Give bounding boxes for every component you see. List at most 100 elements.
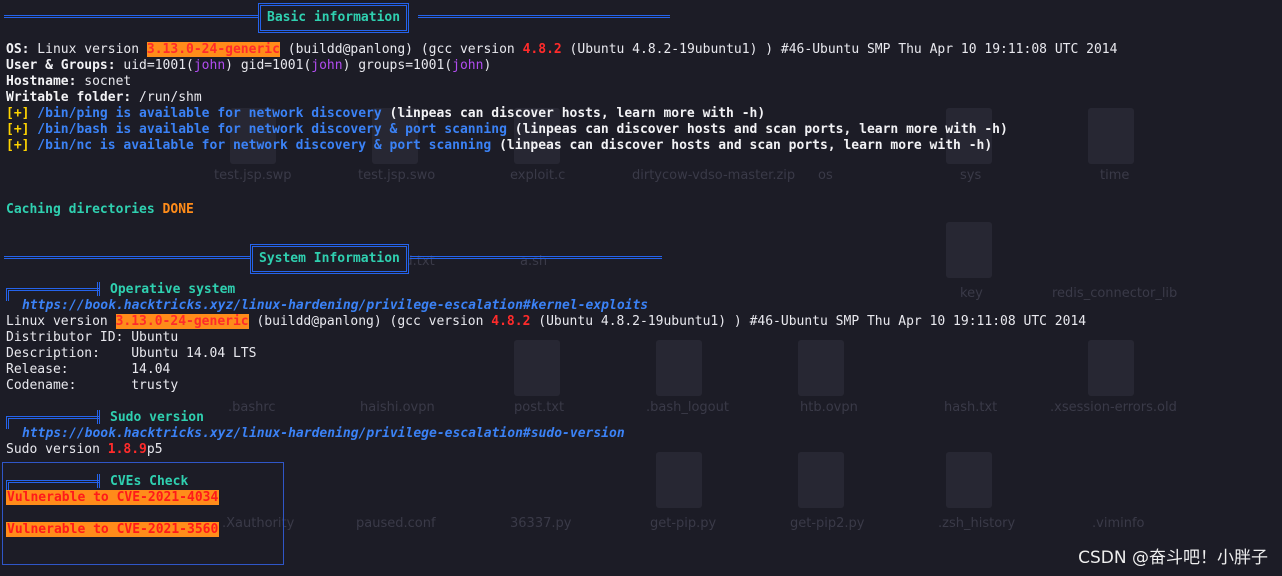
subsection-title-sudo-version: Sudo version [110,410,204,425]
lsb-line: Codename: trusty [6,378,179,393]
hostname-value: socnet [76,74,132,89]
username: john [193,58,226,73]
desktop-label: hash.txt [944,400,998,415]
csdn-watermark: CSDN @奋斗吧！小胖子 [1078,548,1268,568]
desktop-label: .bashrc [228,400,276,415]
discovery-note: (linpeas can discover hosts and scan por… [491,138,993,153]
gcc-version-highlight: 4.8.2 [491,314,531,329]
discovery-line: [+] /bin/bash is available for network d… [6,122,1008,138]
discovery-tool: /bin/bash is available for network disco… [29,122,507,137]
discovery-line: [+] /bin/nc is available for network dis… [6,138,992,154]
sudo-version-highlight: 1.8.9 [107,442,147,457]
subsection-bracket-tick [97,410,103,424]
desktop-label: get-pip2.py [790,516,865,531]
file-icon [1088,108,1134,164]
hostname-label: Hostname: [6,74,77,89]
desktop-label: paused.conf [356,516,436,531]
kernel-version-highlight: 3.13.0-24-generic [115,314,249,329]
sudo-version-suffix: p5 [146,442,163,457]
discovery-tool: /bin/ping is available for network disco… [29,106,382,121]
os-label: OS: [6,42,30,57]
username: john [311,58,343,73]
cve-vulnerable-badge: Vulnerable to CVE-2021-4034 [6,490,220,505]
lsb-line: Distributor ID: Ubuntu [6,330,179,345]
os-mid: (buildd@panlong) (gcc version [279,42,523,57]
desktop-label: test.jsp.swo [358,168,436,183]
gid-text: ) gid=1001( [225,58,312,73]
desktop-label: test.jsp.swp [214,168,292,183]
file-icon [798,452,844,508]
groups-close: ) [483,58,492,73]
file-icon [656,340,702,396]
discovery-note: (linpeas can discover hosts and scan por… [506,122,1008,137]
caching-line: Caching directories DONE [6,202,194,218]
desktop-label: haishi.ovpn [360,400,435,415]
desktop-label: exploit.c [510,168,566,183]
desktop-label: dirtycow-vdso-master.zip [632,168,796,183]
plus-marker: [+] [6,122,30,137]
discovery-note: (linpeas can discover hosts, learn more … [381,106,766,121]
groups-text: ) groups=1001( [342,58,453,73]
section-rule-right [418,15,670,18]
desktop-label: .xsession-errors.old [1050,400,1177,415]
desktop-label: .viminfo [1092,516,1145,531]
file-icon [656,452,702,508]
subsection-title-cves-check: CVEs Check [110,474,189,489]
section-title-basic-information: Basic information [258,3,410,33]
desktop-label: get-pip.py [650,516,717,531]
lsb-line: Release: 14.04 [6,362,171,377]
desktop-label: redis_connector_lib [1052,286,1178,301]
file-icon [1088,340,1134,396]
linux-version-prefix: Linux version [6,314,116,329]
cve-result: Vulnerable to CVE-2021-4034 [6,490,220,506]
section-title-system-information: System Information [250,244,409,274]
cve-vulnerable-badge: Vulnerable to CVE-2021-3560 [6,522,220,537]
desktop-label: htb.ovpn [800,400,858,415]
os-line: OS: Linux version 3.13.0-24-generic (bui… [6,42,1117,58]
kernel-version-highlight: 3.13.0-24-generic [146,42,280,57]
file-icon [946,222,992,278]
linux-version-mid: (buildd@panlong) (gcc version [248,314,492,329]
section-rule-right [410,256,662,259]
desktop-label: 36337.py [510,516,572,531]
caching-status: DONE [162,202,194,217]
file-icon [946,452,992,508]
os-suffix: (Ubuntu 4.8.2-19ubuntu1) ) #46-Ubuntu SM… [561,42,1118,57]
os-prefix: Linux version [29,42,147,57]
writable-folder-line: Writable folder: /run/shm [6,90,202,106]
lsb-line: Description: Ubuntu 14.04 LTS [6,346,257,361]
desktop-label: .bash_logout [646,400,729,415]
user-groups-line: User & Groups: uid=1001(john) gid=1001(j… [6,58,491,74]
gcc-version-highlight: 4.8.2 [522,42,562,57]
plus-marker: [+] [6,138,30,153]
linux-version-line: Linux version 3.13.0-24-generic (buildd@… [6,314,1086,330]
desktop-label: time [1100,168,1130,183]
writable-folder-value: /run/shm [131,90,202,105]
cve-result: Vulnerable to CVE-2021-3560 [6,522,220,538]
caching-label: Caching directories [6,202,155,217]
username: john [452,58,484,73]
sudo-version-prefix: Sudo version [6,442,108,457]
section-rule-left [4,15,258,18]
desktop-label: .zsh_history [938,516,1016,531]
subsection-bracket-tick [97,474,103,488]
desktop-label: key [960,286,983,301]
sudo-version-line: Sudo version 1.8.9p5 [6,442,163,458]
writable-folder-label: Writable folder: [6,90,132,105]
plus-marker: [+] [6,106,30,121]
file-icon [514,340,560,396]
desktop-label: os [818,168,833,183]
file-icon [798,340,844,396]
linux-version-suffix: (Ubuntu 4.8.2-19ubuntu1) ) #46-Ubuntu SM… [530,314,1087,329]
desktop-label: sys [960,168,982,183]
hacktricks-link-sudo-version[interactable]: https://book.hacktricks.xyz/linux-harden… [22,426,625,442]
hacktricks-link-kernel-exploits[interactable]: https://book.hacktricks.xyz/linux-harden… [22,298,648,314]
section-rule-left [4,256,250,259]
desktop-label: post.txt [514,400,565,415]
subsection-title-operative-system: Operative system [110,282,236,297]
hostname-line: Hostname: socnet [6,74,131,90]
discovery-tool: /bin/nc is available for network discove… [29,138,492,153]
user-groups-label: User & Groups: [6,58,116,73]
uid-text: uid=1001( [115,58,194,73]
discovery-line: [+] /bin/ping is available for network d… [6,106,765,122]
